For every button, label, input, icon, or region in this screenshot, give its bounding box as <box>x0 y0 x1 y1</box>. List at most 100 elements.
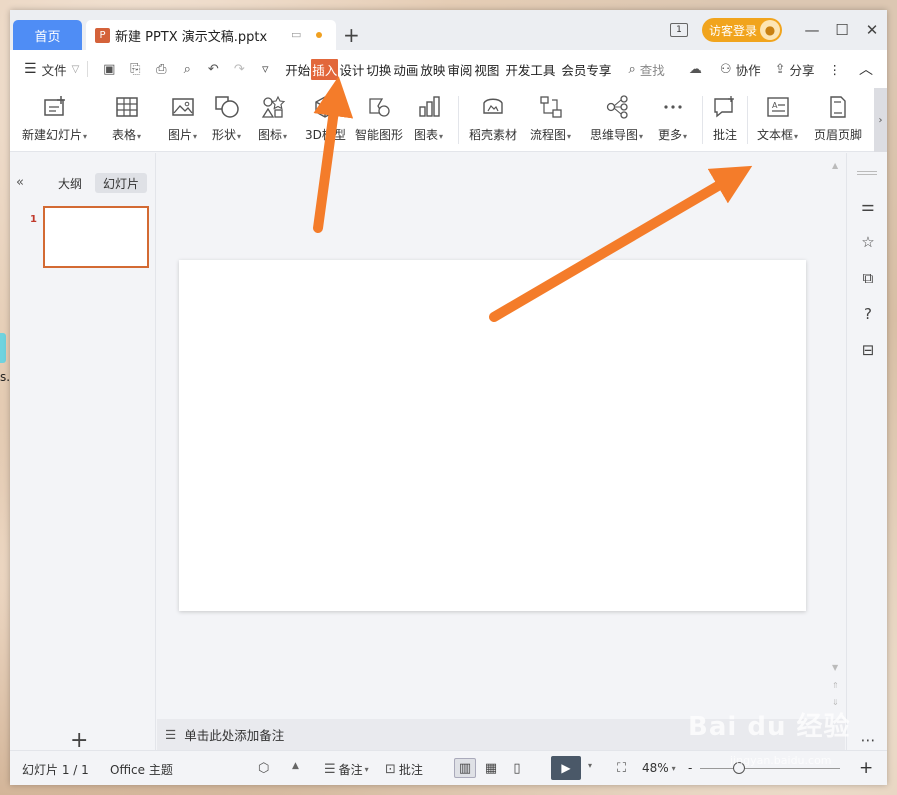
chevron-down-icon: ▾ <box>193 132 198 141</box>
icons-icon <box>260 92 286 122</box>
tab-insert[interactable]: 插入 <box>311 58 339 80</box>
chevron-down-icon: ▾ <box>567 132 572 141</box>
tab-developer[interactable]: 开发工具 <box>504 59 556 80</box>
comment-icon: ⊡ <box>385 762 396 777</box>
tab-home-ribbon[interactable]: 开始 <box>284 59 311 80</box>
properties-icon[interactable]: ⚌ <box>859 197 877 215</box>
previous-slide-icon[interactable]: ⇑ <box>832 681 839 690</box>
expand-up-icon[interactable]: ▲ <box>292 761 299 771</box>
tab-review[interactable]: 审阅 <box>446 59 473 80</box>
baidu-watermark-url: jingyan.baidu.com <box>730 754 832 767</box>
tab-document[interactable]: P 新建 PPTX 演示文稿.pptx ▭ <box>86 20 336 50</box>
picture-button[interactable]: 图片▾ <box>168 92 197 143</box>
transition-icon[interactable]: ⧉ <box>859 269 877 287</box>
smartart-label: 智能图形 <box>355 128 404 142</box>
tab-member[interactable]: 会员专享 <box>560 59 612 80</box>
help-icon[interactable]: ? <box>859 305 877 323</box>
collaborate-button[interactable]: ⚇ 协作 <box>720 60 761 79</box>
save-icon[interactable]: ▣ <box>96 62 122 77</box>
smartart-icon <box>366 92 392 122</box>
share-button[interactable]: ⇪ 分享 <box>775 60 815 79</box>
archive-icon[interactable]: ⊟ <box>859 341 877 359</box>
notes-icon: ☰ <box>324 762 336 777</box>
slide-sorter-view-button[interactable]: ▦ <box>480 758 502 778</box>
tab-slideshow[interactable]: 放映 <box>419 59 446 80</box>
ribbon-scroll-right-icon[interactable]: › <box>874 88 887 152</box>
print-icon[interactable]: ⎙ <box>148 62 174 77</box>
share-label: 分享 <box>789 62 815 78</box>
comment-button[interactable]: 批注 <box>712 92 738 143</box>
comment-toggle-button[interactable]: ⊡ 批注 <box>385 761 423 778</box>
undo-icon[interactable]: ↶ <box>200 62 226 77</box>
zoom-out-button[interactable]: - <box>688 761 692 775</box>
slideshow-play-button[interactable]: ▶ <box>551 756 581 780</box>
animation-star-icon[interactable]: ☆ <box>859 233 877 251</box>
print-preview-icon[interactable]: ⌕ <box>174 62 200 77</box>
divider <box>87 61 89 77</box>
minimize-button[interactable]: — <box>797 21 827 39</box>
icons-button[interactable]: 图标▾ <box>258 92 287 143</box>
more-button[interactable]: 更多▾ <box>658 92 687 143</box>
tab-view[interactable]: 视图 <box>473 59 500 80</box>
collapse-ribbon-icon[interactable]: ︿ <box>859 59 873 79</box>
docer-material-button[interactable]: 稻壳素材 <box>469 92 517 143</box>
shape-button[interactable]: 形状▾ <box>212 92 241 143</box>
search-box[interactable]: ⌕ 查找 <box>628 60 664 79</box>
vertical-scrollbar[interactable]: ▲ ▼ ⇑ ⇓ <box>830 153 844 719</box>
chevron-down-icon[interactable]: ▾ <box>588 761 592 770</box>
drag-handle[interactable] <box>857 171 877 175</box>
collapse-pane-icon[interactable]: « <box>16 175 24 190</box>
search-icon: ⌕ <box>628 61 636 77</box>
tab-home[interactable]: 首页 <box>13 20 82 50</box>
more-horizontal-icon[interactable]: ⋯ <box>859 731 877 749</box>
chevron-down-icon: ▾ <box>283 132 288 141</box>
file-menu[interactable]: ☰ 文件 ▽ <box>24 60 79 79</box>
chevron-down-icon: ▾ <box>364 765 369 774</box>
notes-toggle-button[interactable]: ☰ 备注 ▾ <box>324 761 369 778</box>
redo-icon[interactable]: ↷ <box>226 62 252 77</box>
close-button[interactable]: ✕ <box>857 21 887 39</box>
scroll-down-icon[interactable]: ▼ <box>832 663 838 672</box>
theme-name[interactable]: Office 主题 <box>110 761 173 778</box>
more-options-button[interactable]: ⋮ <box>829 62 842 77</box>
reading-view-button[interactable]: ▯ <box>506 758 528 778</box>
guest-login-button[interactable]: 访客登录 ● <box>702 18 782 42</box>
zoom-slider[interactable] <box>700 768 840 769</box>
fit-window-icon[interactable]: ⛶ <box>617 761 629 776</box>
normal-view-button[interactable]: ▥ <box>454 758 476 778</box>
scroll-up-icon[interactable]: ▲ <box>832 161 838 170</box>
quick-access-more-icon[interactable]: ▿ <box>252 62 278 77</box>
textbox-button[interactable]: A 文本框▾ <box>757 92 798 143</box>
table-button[interactable]: 表格▾ <box>112 92 141 143</box>
mindmap-button[interactable]: 思维导图▾ <box>590 92 643 143</box>
tab-slides[interactable]: 幻灯片 <box>95 173 148 193</box>
chart-button[interactable]: 图表▾ <box>414 92 443 143</box>
export-icon[interactable]: ⎘ <box>122 62 148 77</box>
flowchart-button[interactable]: 流程图▾ <box>530 92 571 143</box>
cloud-sync-button[interactable]: ☁ <box>689 62 706 77</box>
zoom-level[interactable]: 48% ▾ <box>642 761 676 775</box>
comment-toggle-label: 批注 <box>398 763 423 777</box>
zoom-in-button[interactable]: + <box>859 758 873 778</box>
title-right-controls: 1 访客登录 ● — ☐ ✕ <box>670 10 887 50</box>
slide-editing-canvas <box>157 153 845 719</box>
monitor-icon[interactable]: ▭ <box>291 28 301 41</box>
maximize-button[interactable]: ☐ <box>827 21 857 39</box>
zoom-value: 48% <box>642 761 669 775</box>
tab-animation[interactable]: 动画 <box>392 59 419 80</box>
beautify-icon[interactable]: ⬡ <box>258 761 272 776</box>
baidu-watermark: Bai du 经验 <box>688 712 851 742</box>
header-footer-button[interactable]: 页眉页脚 <box>814 92 862 143</box>
tab-transitions[interactable]: 切换 <box>365 59 392 80</box>
new-slide-label: 新建幻灯片 <box>22 128 83 142</box>
new-slide-button[interactable]: 新建幻灯片▾ <box>22 92 87 143</box>
tab-design[interactable]: 设计 <box>338 59 365 80</box>
new-tab-button[interactable]: + <box>343 23 360 47</box>
tab-outline[interactable]: 大纲 <box>50 173 90 193</box>
slide[interactable] <box>179 260 806 611</box>
3d-model-button[interactable]: 3D模型 <box>305 92 346 143</box>
page-indicator-icon[interactable]: 1 <box>670 23 688 37</box>
smartart-button[interactable]: 智能图形 <box>355 92 403 143</box>
header-footer-icon <box>825 92 851 122</box>
slide-thumbnail[interactable] <box>43 206 149 268</box>
